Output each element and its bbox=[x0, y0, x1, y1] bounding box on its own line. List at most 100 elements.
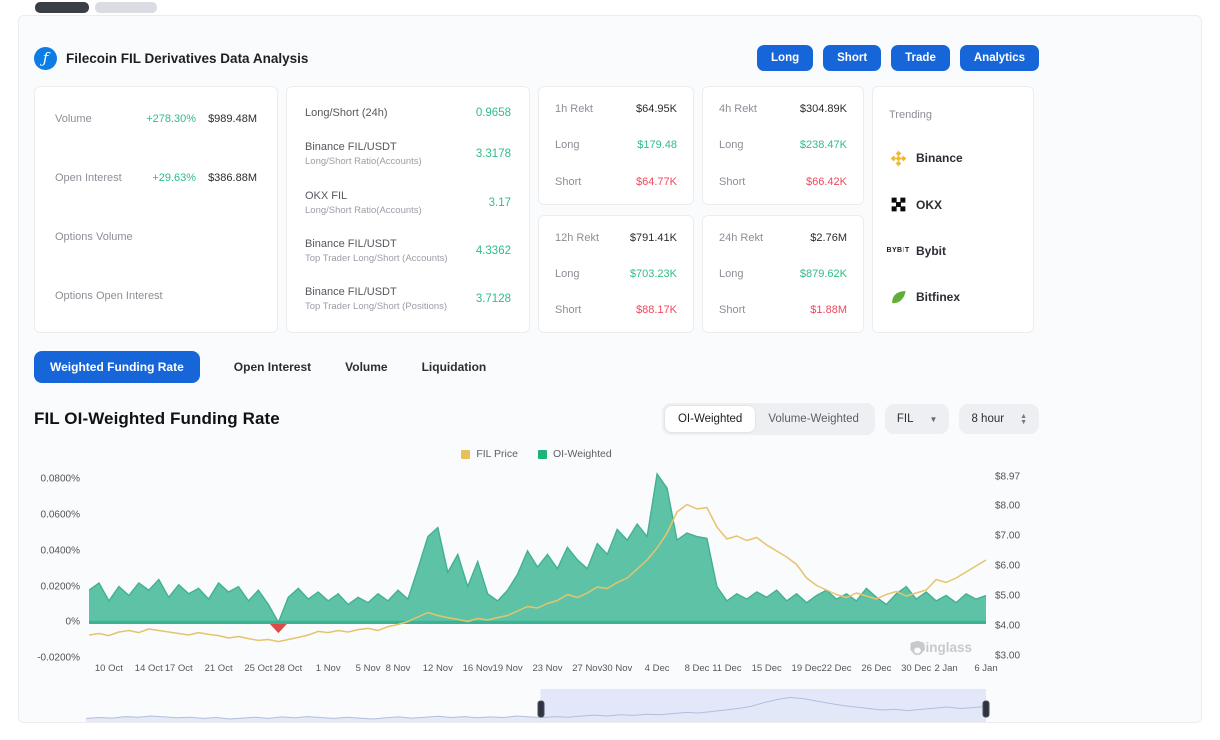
stepper-icons: ▲▼ bbox=[1020, 414, 1027, 425]
navigator-right-handle[interactable] bbox=[983, 701, 990, 718]
rekt-total-value: $64.95K bbox=[636, 103, 677, 115]
ratio-label-block: Binance FIL/USDT Top Trader Long/Short (A… bbox=[305, 238, 448, 264]
ratio-label-block: Binance FIL/USDTLong/Short Ratio(Account… bbox=[305, 141, 422, 167]
ratio-sublabel: Top Trader Long/Short (Positions) bbox=[305, 301, 447, 312]
x-tick: 15 Dec bbox=[752, 663, 782, 674]
legend-swatch bbox=[461, 450, 470, 459]
chevron-down-icon: ▼ bbox=[930, 415, 938, 424]
chart-plot[interactable]: coinglass bbox=[89, 464, 986, 659]
funding-area bbox=[89, 474, 986, 622]
browser-remnant-gray-pill bbox=[95, 2, 157, 13]
rekt-period-label: 12h Rekt bbox=[555, 232, 599, 244]
stat-change: +278.30% bbox=[146, 113, 196, 125]
symbol-select-value: FIL bbox=[897, 413, 914, 425]
tab-volume[interactable]: Volume bbox=[345, 360, 387, 374]
volume-weighted-toggle[interactable]: Volume-Weighted bbox=[755, 406, 872, 432]
x-tick: 27 Nov bbox=[572, 663, 602, 674]
legend-item-oi-weighted[interactable]: OI-Weighted bbox=[538, 448, 612, 460]
price-axis: $8.97$8.00$7.00$6.00$5.00$4.00$3.00 bbox=[986, 464, 1034, 659]
chart-title: FIL OI-Weighted Funding Rate bbox=[34, 409, 280, 429]
app-header: ƒ Filecoin FIL Derivatives Data Analysis… bbox=[34, 42, 1039, 74]
price-tick: $3.00 bbox=[995, 651, 1020, 662]
range-navigator[interactable] bbox=[86, 689, 986, 723]
legend-item-fil-price[interactable]: FIL Price bbox=[461, 448, 518, 460]
stat-label: Volume bbox=[55, 113, 92, 125]
x-tick: 14 Oct bbox=[135, 663, 163, 674]
ratio-value: 3.17 bbox=[489, 197, 511, 209]
ratio-value: 4.3362 bbox=[476, 245, 511, 257]
filecoin-icon: ƒ bbox=[34, 47, 57, 70]
rekt-short-label: Short bbox=[555, 176, 581, 188]
x-tick: 12 Nov bbox=[423, 663, 453, 674]
oi-weighted-toggle[interactable]: OI-Weighted bbox=[665, 406, 755, 432]
exchange-name: Bitfinex bbox=[916, 290, 960, 304]
analytics-button[interactable]: Analytics bbox=[960, 45, 1039, 71]
exchange-item-bitfinex[interactable]: Bitfinex bbox=[889, 288, 1017, 306]
funding-tick: -0.0200% bbox=[37, 653, 80, 664]
tab-weighted-funding-rate[interactable]: Weighted Funding Rate bbox=[34, 351, 200, 383]
rekt-long-label: Long bbox=[719, 139, 743, 151]
legend-label: FIL Price bbox=[476, 448, 518, 460]
long-button[interactable]: Long bbox=[757, 45, 813, 71]
rekt-long-label: Long bbox=[555, 139, 579, 151]
rekt-short-row: Short$64.77K bbox=[555, 176, 677, 188]
ratio-label: Binance FIL/USDT bbox=[305, 238, 448, 250]
short-button[interactable]: Short bbox=[823, 45, 881, 71]
rekt-total-row: 24h Rekt$2.76M bbox=[719, 232, 847, 244]
interval-select[interactable]: 8 hour ▲▼ bbox=[959, 404, 1039, 434]
rekt-short-value: $1.88M bbox=[810, 304, 847, 316]
ratio-row: OKX FILLong/Short Ratio(Accounts) 3.17 bbox=[305, 190, 511, 216]
browser-remnant-dark-pill bbox=[35, 2, 89, 13]
stats-cards-row: Volume+278.30%$989.48MOpen Interest+29.6… bbox=[34, 86, 1039, 333]
tab-liquidation[interactable]: Liquidation bbox=[422, 360, 487, 374]
rekt-card-1h-rekt: 1h Rekt$64.95KLong$179.48Short$64.77K bbox=[538, 86, 694, 205]
ratio-row: Binance FIL/USDT Top Trader Long/Short (P… bbox=[305, 286, 511, 312]
trade-button[interactable]: Trade bbox=[891, 45, 950, 71]
rekt-long-row: Long$703.23K bbox=[555, 268, 677, 280]
tab-open-interest[interactable]: Open Interest bbox=[234, 360, 311, 374]
ratio-value: 0.9658 bbox=[476, 107, 511, 119]
rekt-short-label: Short bbox=[719, 176, 745, 188]
stat-label: Open Interest bbox=[55, 172, 122, 184]
x-tick: 11 Dec bbox=[712, 663, 741, 674]
chart-tabs: Weighted Funding Rate Open Interest Volume… bbox=[34, 351, 1039, 383]
ratio-sublabel: Top Trader Long/Short (Accounts) bbox=[305, 253, 448, 264]
rekt-card-24h-rekt: 24h Rekt$2.76MLong$879.62KShort$1.88M bbox=[702, 215, 864, 334]
rekt-long-label: Long bbox=[555, 268, 579, 280]
bybit-icon: BYBIT bbox=[889, 242, 907, 260]
okx-icon bbox=[889, 196, 907, 214]
rekt-period-label: 1h Rekt bbox=[555, 103, 593, 115]
funding-rate-axis: 0.0800%0.0600%0.0400%0.0200%0%-0.0200% bbox=[34, 464, 89, 659]
ratio-value: 3.3178 bbox=[476, 148, 511, 160]
ratio-label: Binance FIL/USDT bbox=[305, 286, 447, 298]
rekt-short-row: Short$88.17K bbox=[555, 304, 677, 316]
x-tick: 6 Jan bbox=[974, 663, 997, 674]
funding-tick: 0.0600% bbox=[41, 510, 80, 521]
exchange-item-bybit[interactable]: BYBITBybit bbox=[889, 242, 1017, 260]
rekt-short-value: $66.42K bbox=[806, 176, 847, 188]
navigator-left-handle[interactable] bbox=[537, 701, 544, 718]
exchange-item-binance[interactable]: Binance bbox=[889, 149, 1017, 167]
x-axis: 10 Oct14 Oct17 Oct21 Oct25 Oct28 Oct1 No… bbox=[89, 659, 986, 676]
stat-values: +278.30%$989.48M bbox=[146, 113, 257, 125]
ratio-row: Long/Short (24h)0.9658 bbox=[305, 107, 511, 119]
x-tick: 16 Nov bbox=[463, 663, 493, 674]
x-tick: 8 Nov bbox=[386, 663, 411, 674]
rekt-total-value: $791.41K bbox=[630, 232, 677, 244]
rekt-period-label: 4h Rekt bbox=[719, 103, 757, 115]
interval-value: 8 hour bbox=[971, 413, 1004, 425]
rekt-period-label: 24h Rekt bbox=[719, 232, 763, 244]
ratio-row: Binance FIL/USDTLong/Short Ratio(Account… bbox=[305, 141, 511, 167]
rekt-column-1: 1h Rekt$64.95KLong$179.48Short$64.77K12h… bbox=[538, 86, 694, 333]
funding-tick: 0% bbox=[66, 617, 80, 628]
symbol-select[interactable]: FIL ▼ bbox=[885, 404, 950, 434]
price-tick: $5.00 bbox=[995, 591, 1020, 602]
rekt-short-label: Short bbox=[555, 304, 581, 316]
rekt-total-row: 1h Rekt $64.95K bbox=[555, 103, 677, 115]
stat-label: Options Volume bbox=[55, 231, 133, 243]
exchange-item-okx[interactable]: OKX bbox=[889, 196, 1017, 214]
volume-stats-card: Volume+278.30%$989.48MOpen Interest+29.6… bbox=[34, 86, 278, 333]
ratio-label-block: OKX FILLong/Short Ratio(Accounts) bbox=[305, 190, 422, 216]
price-tick: $8.97 bbox=[995, 471, 1020, 482]
rekt-long-value: $238.47K bbox=[800, 139, 847, 151]
